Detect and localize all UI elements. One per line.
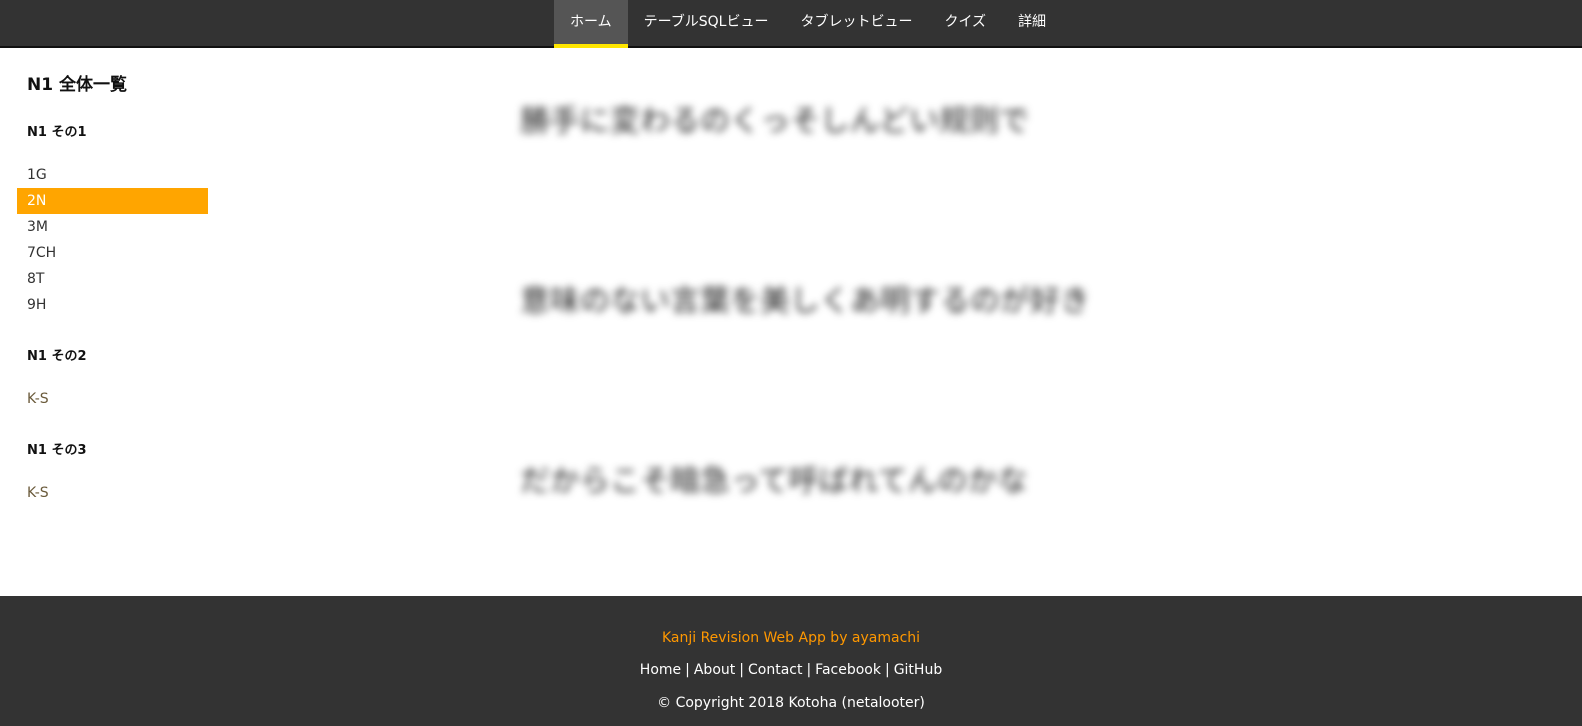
- sidebar-item-k-s-3[interactable]: K-S: [17, 480, 208, 506]
- sidebar-item-2n[interactable]: 2N: [17, 188, 208, 214]
- main-text-line-3: だからこそ暗急って呼ばれてんのかな: [520, 464, 1028, 499]
- sidebar-item-7ch[interactable]: 7CH: [17, 240, 208, 266]
- footer: Kanji Revision Web App by ayamachi Home |…: [0, 596, 1582, 726]
- sidebar-section-3-heading: N1 その3: [27, 443, 87, 458]
- footer-separator: |: [806, 662, 812, 678]
- nav-item-details[interactable]: 詳細: [1002, 0, 1062, 48]
- footer-link-github[interactable]: GitHub: [894, 662, 943, 678]
- footer-link-contact[interactable]: Contact: [748, 662, 802, 678]
- main-text-line-1: 勝手に変わるのくっそしんどい规则で: [520, 104, 1030, 139]
- nav-item-home[interactable]: ホーム: [554, 0, 628, 48]
- sidebar-title: N1 全体一覧: [27, 75, 127, 95]
- footer-link-about[interactable]: About: [694, 662, 735, 678]
- top-navigation: ホーム テーブルSQLビュー タブレットビュー クイズ 詳細: [0, 0, 1582, 48]
- sidebar-section-1-heading: N1 その1: [27, 125, 87, 140]
- nav-item-table-sql-view[interactable]: テーブルSQLビュー: [628, 0, 785, 48]
- nav-item-quiz[interactable]: クイズ: [928, 0, 1002, 48]
- sidebar-item-9h[interactable]: 9H: [17, 292, 208, 318]
- footer-link-facebook[interactable]: Facebook: [815, 662, 881, 678]
- footer-separator: |: [685, 662, 690, 678]
- main-text-line-2: 意味のない言葉を美しくあ明するのが好き: [520, 284, 1090, 319]
- nav-item-tablet-view[interactable]: タブレットビュー: [784, 0, 928, 48]
- sidebar-item-1g[interactable]: 1G: [17, 162, 208, 188]
- footer-copyright: © Copyright 2018 Kotoha (netalooter): [657, 695, 925, 711]
- footer-separator: |: [739, 662, 744, 678]
- sidebar-item-3m[interactable]: 3M: [17, 214, 208, 240]
- footer-links: Home | About | Contact | Facebook | GitHub: [0, 662, 1582, 678]
- footer-credit: Kanji Revision Web App by ayamachi: [661, 630, 921, 646]
- footer-link-home[interactable]: Home: [640, 662, 681, 678]
- nav-menu: ホーム テーブルSQLビュー タブレットビュー クイズ 詳細: [554, 0, 1062, 48]
- sidebar-section-2-heading: N1 その2: [27, 349, 87, 364]
- sidebar-item-k-s-2[interactable]: K-S: [17, 386, 208, 412]
- sidebar-item-8t[interactable]: 8T: [17, 266, 208, 292]
- footer-separator: |: [884, 662, 890, 678]
